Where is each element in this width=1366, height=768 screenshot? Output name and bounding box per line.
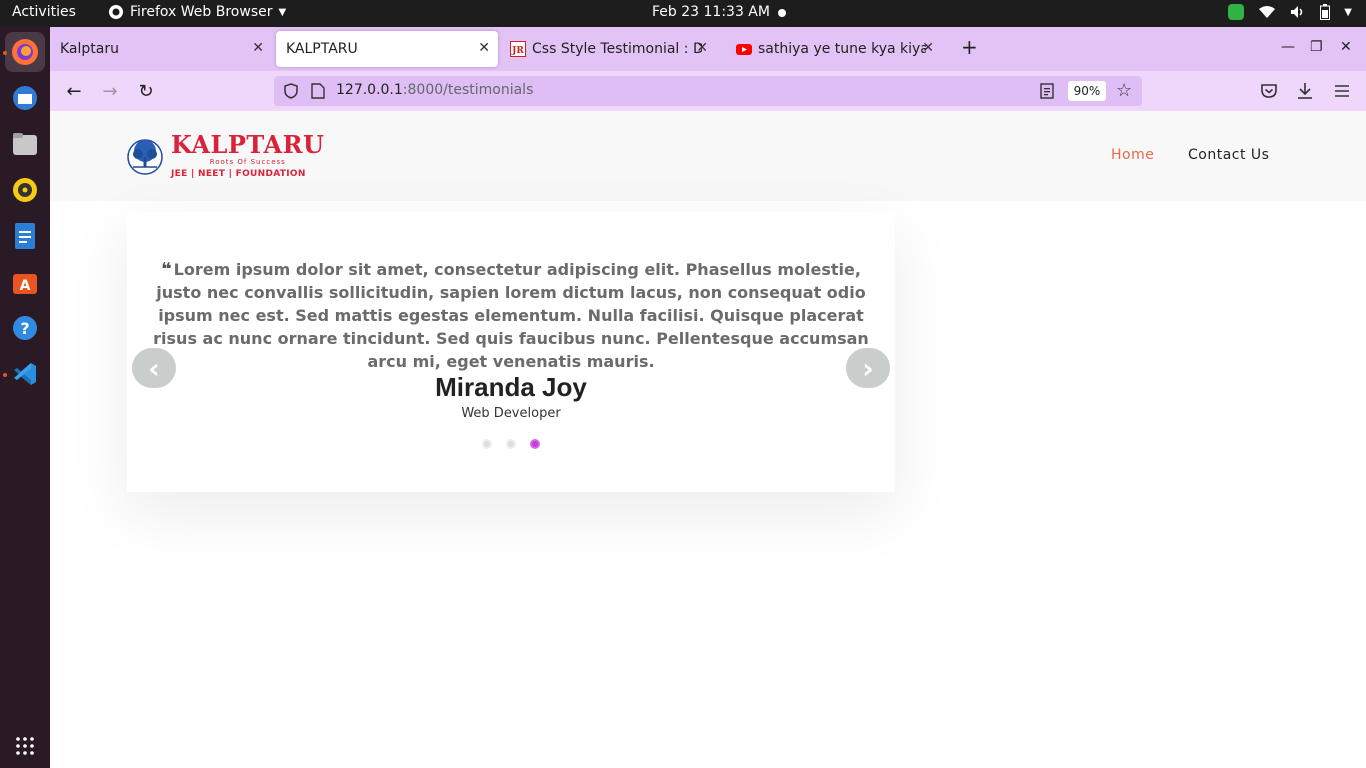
slide-indicators	[482, 439, 540, 449]
nav-contact-link[interactable]: Contact Us	[1188, 147, 1269, 163]
back-button[interactable]: ←	[62, 79, 86, 103]
close-tab-icon[interactable]: ✕	[478, 40, 490, 56]
previous-slide-button[interactable]: ‹	[132, 348, 176, 388]
page-icon[interactable]	[311, 83, 325, 99]
logo-tagline: JEE | NEET | FOUNDATION	[171, 169, 306, 179]
activities-button[interactable]: Activities	[12, 4, 76, 20]
system-tray[interactable]: ▼	[1228, 4, 1352, 20]
close-tab-icon[interactable]: ✕	[696, 40, 708, 56]
bookmark-star-icon[interactable]: ☆	[1116, 80, 1132, 101]
jr-favicon-icon: JR	[510, 41, 526, 57]
pocket-icon[interactable]	[1260, 83, 1278, 99]
testimonial-text: Lorem ipsum dolor sit amet, consectetur …	[153, 260, 869, 371]
url-host: 127.0.0.1	[336, 82, 403, 98]
writer-icon	[15, 223, 35, 249]
running-indicator	[3, 373, 7, 377]
menu-hamburger-icon[interactable]	[1334, 84, 1350, 98]
minimize-button[interactable]: —	[1281, 39, 1295, 55]
svg-text:JR: JR	[511, 46, 524, 56]
dock-vscode[interactable]	[5, 354, 45, 394]
thunderbird-icon	[13, 86, 37, 110]
testimonial-quote: ❝ Lorem ipsum dolor sit amet, consectetur…	[147, 258, 875, 373]
dock-thunderbird[interactable]	[5, 78, 45, 118]
forward-button[interactable]: →	[98, 79, 122, 103]
files-icon	[13, 133, 37, 155]
tab-label: sathiya ye tune kya kiya f	[758, 41, 926, 57]
dock-software[interactable]: A	[5, 262, 45, 302]
volume-icon	[1291, 6, 1303, 18]
next-slide-button[interactable]: ›	[846, 348, 890, 388]
tab-bar: Kalptaru ✕ KALPTARU ✕ JR Css Style Testi…	[50, 27, 1366, 71]
page-content: KALPTARU Roots Of Success JEE | NEET | F…	[50, 111, 1366, 768]
downloads-icon[interactable]	[1297, 82, 1313, 100]
dock: A ?	[0, 27, 50, 768]
url-text: 127.0.0.1:8000/testimonials	[336, 82, 533, 98]
show-apps-button[interactable]	[5, 726, 45, 766]
app-name: Firefox Web Browser	[130, 4, 273, 20]
app-grid-icon	[16, 737, 34, 755]
notification-dot-icon	[778, 9, 786, 17]
author-name: Miranda Joy	[435, 372, 587, 402]
logo-text: KALPTARU Roots Of Success JEE | NEET | F…	[171, 130, 325, 180]
firefox-icon	[12, 39, 38, 65]
firefox-icon	[109, 5, 123, 19]
tab-youtube[interactable]: sathiya ye tune kya kiya f ✕	[726, 31, 942, 67]
system-top-bar: Activities Firefox Web Browser ▼ Feb 23 …	[0, 0, 1366, 27]
reader-view-icon[interactable]	[1040, 83, 1054, 99]
svg-text:?: ?	[20, 319, 29, 338]
update-shield-icon	[1228, 4, 1245, 20]
chevron-right-icon: ›	[862, 351, 874, 385]
new-tab-button[interactable]: +	[961, 35, 978, 59]
zoom-level[interactable]: 90%	[1068, 81, 1106, 101]
battery-icon	[1320, 4, 1331, 20]
author-role: Web Developer	[461, 406, 561, 421]
logo-subtitle: Roots Of Success	[209, 158, 286, 166]
tree-emblem-icon	[127, 139, 163, 175]
dock-rhythmbox[interactable]	[5, 170, 45, 210]
close-tab-icon[interactable]: ✕	[252, 40, 264, 56]
slide-dot-3[interactable]	[530, 439, 540, 449]
close-window-button[interactable]: ✕	[1340, 39, 1352, 55]
navigation-toolbar: ← → ↻ 127.0.0.1:8000/testimonials 90% ☆	[50, 71, 1366, 111]
close-tab-icon[interactable]: ✕	[922, 40, 934, 56]
tab-kalptaru[interactable]: Kalptaru ✕	[50, 31, 272, 67]
power-menu-icon: ▼	[1344, 6, 1352, 18]
dock-help[interactable]: ?	[5, 308, 45, 348]
slide-dot-1[interactable]	[482, 439, 492, 449]
chevron-down-icon: ▼	[278, 6, 287, 18]
testimonial-slider: ❝ Lorem ipsum dolor sit amet, consectetur…	[127, 212, 895, 492]
rhythmbox-icon	[13, 178, 37, 202]
vscode-icon	[14, 363, 36, 385]
url-bar[interactable]: 127.0.0.1:8000/testimonials 90% ☆	[274, 76, 1142, 106]
software-store-icon: A	[13, 274, 37, 294]
tab-css-testimonial[interactable]: JR Css Style Testimonial : De ✕	[500, 31, 716, 67]
site-logo[interactable]: KALPTARU Roots Of Success JEE | NEET | F…	[127, 133, 324, 179]
running-indicator	[3, 51, 7, 55]
dock-firefox[interactable]	[5, 32, 45, 72]
slide-dot-2[interactable]	[506, 439, 516, 449]
nav-home-link[interactable]: Home	[1111, 147, 1154, 163]
reload-button[interactable]: ↻	[134, 79, 158, 103]
restore-button[interactable]: ❐	[1310, 39, 1323, 55]
tracking-shield-icon[interactable]	[283, 83, 299, 99]
help-icon: ?	[13, 316, 37, 340]
tab-kalptaru-active[interactable]: KALPTARU ✕	[276, 31, 498, 67]
tab-label: Kalptaru	[60, 41, 119, 57]
site-header: KALPTARU Roots Of Success JEE | NEET | F…	[50, 111, 1366, 201]
logo-title: KALPTARU	[171, 130, 325, 159]
app-menu[interactable]: Firefox Web Browser ▼	[108, 4, 286, 20]
browser-window: Kalptaru ✕ KALPTARU ✕ JR Css Style Testi…	[50, 27, 1366, 768]
tab-label: KALPTARU	[286, 41, 358, 57]
tab-label: Css Style Testimonial : De	[532, 41, 702, 57]
svg-text:A: A	[20, 278, 31, 294]
wifi-icon	[1259, 6, 1276, 18]
dock-writer[interactable]	[5, 216, 45, 256]
chevron-left-icon: ‹	[148, 351, 160, 385]
youtube-favicon-icon	[736, 44, 752, 55]
quote-mark-icon: ❝	[161, 259, 172, 280]
clock[interactable]: Feb 23 11:33 AM	[652, 4, 770, 20]
url-path: :8000/testimonials	[402, 82, 534, 98]
dock-files[interactable]	[5, 124, 45, 164]
